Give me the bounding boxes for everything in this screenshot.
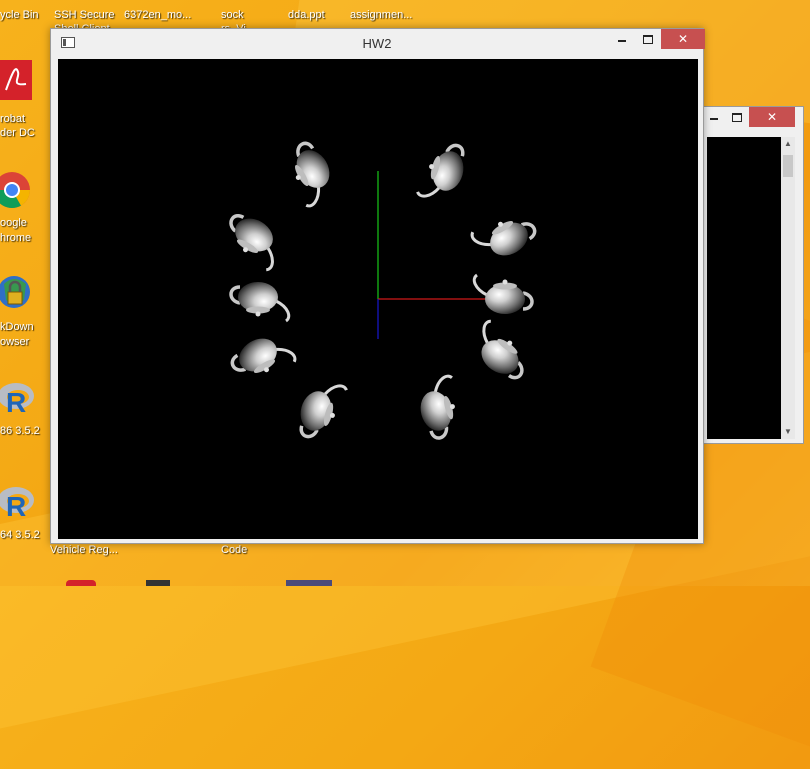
teapot <box>225 324 299 392</box>
scroll-up-icon[interactable]: ▲ <box>781 137 795 151</box>
partial-icon <box>286 580 332 586</box>
teapot <box>472 273 534 316</box>
teapot <box>468 202 542 270</box>
teapot <box>411 373 468 443</box>
r-icon[interactable]: R <box>0 480 36 524</box>
chrome-label-line2[interactable]: hrome <box>0 231 31 245</box>
maximize-button[interactable] <box>635 29 661 49</box>
partial-icon <box>146 580 170 586</box>
sock-label[interactable]: sock <box>221 8 244 22</box>
vehicle-reg-label[interactable]: Vehicle Reg... <box>50 543 118 557</box>
acrobat-label[interactable]: robat <box>0 112 25 126</box>
scroll-thumb[interactable] <box>783 155 793 177</box>
chrome-icon[interactable] <box>0 168 32 212</box>
teapot <box>276 136 344 210</box>
minimize-icon <box>618 39 626 42</box>
teapot <box>229 280 291 323</box>
title-bar[interactable]: HW2 ✕ <box>51 29 705 57</box>
teapot <box>216 206 290 273</box>
r-icon[interactable]: R <box>0 376 36 420</box>
console-window[interactable]: ✕ ▲ ▼ <box>700 106 804 444</box>
svg-text:R: R <box>6 387 26 418</box>
maximize-button[interactable] <box>725 107 749 127</box>
hw2-window[interactable]: HW2 ✕ <box>50 28 705 544</box>
maximize-icon <box>643 35 653 45</box>
minimize-button[interactable] <box>609 29 635 49</box>
vertical-scrollbar[interactable]: ▲ ▼ <box>781 137 795 439</box>
teapot <box>464 317 538 387</box>
console-output[interactable] <box>707 137 781 439</box>
minimize-button[interactable] <box>703 107 725 127</box>
partial-icon <box>66 580 96 586</box>
recycle-bin-label[interactable]: ycle Bin <box>0 8 39 22</box>
lockdown-browser-icon[interactable] <box>0 270 32 316</box>
teapot-scene <box>216 136 542 446</box>
minimize-icon <box>710 117 718 120</box>
file-6372-label[interactable]: 6372en_mo... <box>124 8 191 22</box>
close-button[interactable]: ✕ <box>749 107 795 127</box>
r-x86-label[interactable]: 86 3.5.2 <box>0 424 40 438</box>
maximize-icon <box>732 113 742 123</box>
code-label[interactable]: Code <box>221 543 247 557</box>
dda-ppt-label[interactable]: dda.ppt <box>288 8 325 22</box>
teapot <box>415 136 472 207</box>
ssh-secure-label[interactable]: SSH Secure <box>54 8 115 22</box>
lockdown-label[interactable]: kDown <box>0 320 34 334</box>
teapot <box>292 375 349 446</box>
r-x64-label[interactable]: 64 3.5.2 <box>0 528 40 542</box>
opengl-canvas[interactable] <box>58 59 698 539</box>
svg-text:R: R <box>6 491 26 522</box>
acrobat-label-line2[interactable]: der DC <box>0 126 35 140</box>
window-title: HW2 <box>362 36 392 51</box>
assignment-label[interactable]: assignmen... <box>350 8 412 22</box>
lockdown-label-line2[interactable]: owser <box>0 335 29 349</box>
close-button[interactable]: ✕ <box>661 29 705 49</box>
acrobat-icon[interactable] <box>0 58 32 102</box>
chrome-label[interactable]: oogle <box>0 216 27 230</box>
scroll-down-icon[interactable]: ▼ <box>781 425 795 439</box>
